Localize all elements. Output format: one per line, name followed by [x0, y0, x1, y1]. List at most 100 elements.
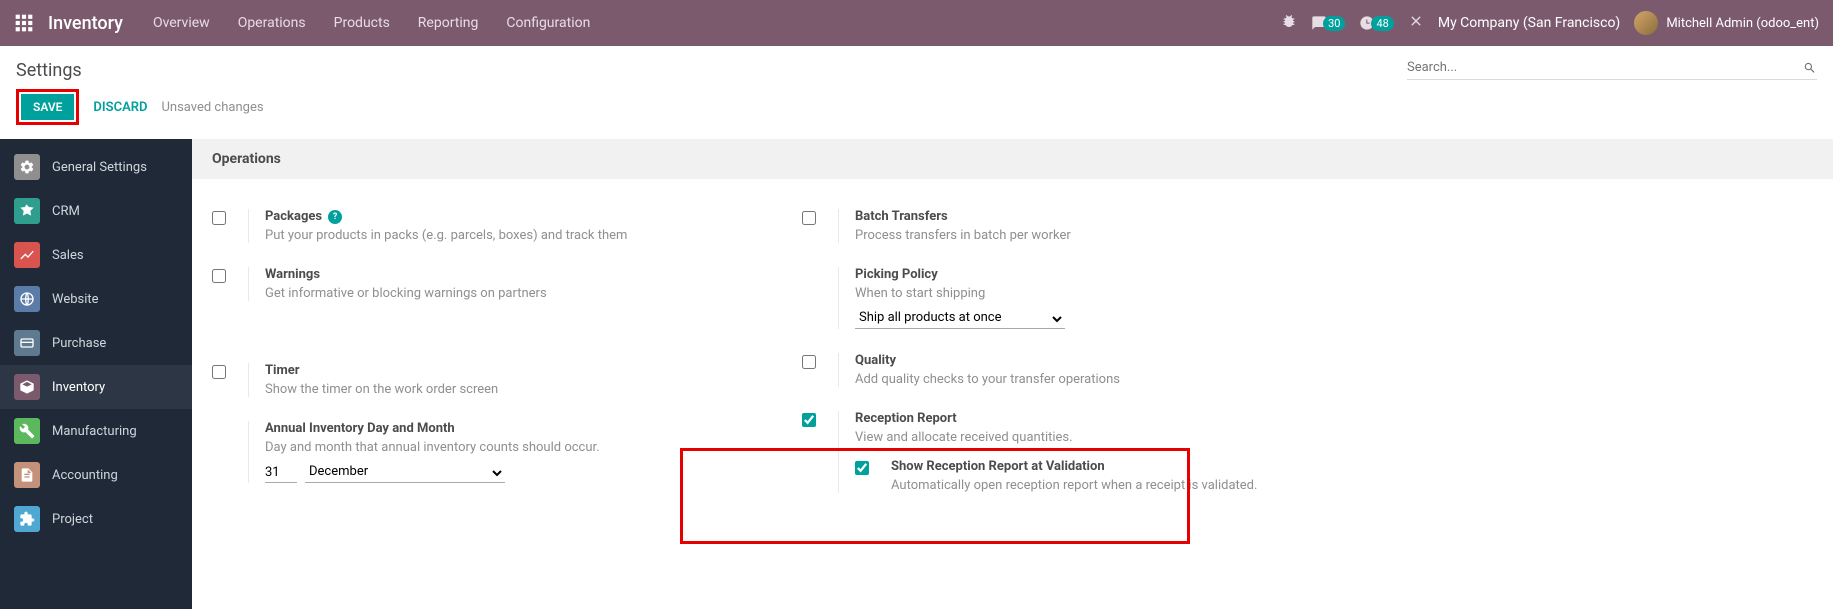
search-icon[interactable]	[1803, 61, 1817, 75]
setting-desc: Get informative or blocking warnings on …	[265, 286, 782, 301]
puzzle-icon	[14, 506, 40, 532]
sub-header: Settings	[0, 46, 1833, 89]
annual-month-select[interactable]: December	[305, 463, 505, 483]
sidebar-item-label: General Settings	[52, 160, 147, 175]
search-box[interactable]	[1407, 60, 1817, 80]
setting-desc: Show the timer on the work order screen	[265, 382, 782, 397]
sub-setting-desc: Automatically open reception report when…	[891, 478, 1257, 493]
sub-setting-title: Show Reception Report at Validation	[891, 459, 1257, 474]
sidebar-item-label: CRM	[52, 204, 80, 219]
sidebar-item-label: Project	[52, 512, 93, 527]
sidebar-item-purchase[interactable]: Purchase	[0, 321, 192, 365]
user-name: Mitchell Admin (odoo_ent)	[1666, 16, 1819, 31]
chart-icon	[14, 242, 40, 268]
menu-reporting[interactable]: Reporting	[418, 15, 479, 31]
setting-packages: Packages ? Put your products in packs (e…	[202, 197, 792, 255]
save-highlight: SAVE	[16, 89, 79, 125]
sidebar-item-website[interactable]: Website	[0, 277, 192, 321]
sidebar-item-label: Accounting	[52, 468, 118, 483]
bug-icon[interactable]	[1281, 13, 1297, 33]
menu-products[interactable]: Products	[334, 15, 390, 31]
settings-grid: Packages ? Put your products in packs (e…	[192, 179, 1392, 523]
menu-overview[interactable]: Overview	[153, 15, 210, 31]
menu-configuration[interactable]: Configuration	[506, 15, 590, 31]
apps-icon[interactable]	[14, 13, 34, 33]
setting-quality: Quality Add quality checks to your trans…	[792, 341, 1382, 399]
annual-day-input[interactable]	[265, 463, 297, 483]
close-icon[interactable]	[1408, 13, 1424, 33]
avatar	[1634, 11, 1658, 35]
box-icon	[14, 374, 40, 400]
main-area: General Settings CRM Sales Website Purch…	[0, 139, 1833, 609]
setting-title: Reception Report	[855, 411, 957, 426]
sidebar-item-label: Website	[52, 292, 99, 307]
setting-desc: Add quality checks to your transfer oper…	[855, 372, 1372, 387]
gear-icon	[14, 154, 40, 180]
setting-desc: When to start shipping	[855, 286, 1372, 301]
setting-reception: Reception Report View and allocate recei…	[792, 399, 1382, 505]
sidebar-item-sales[interactable]: Sales	[0, 233, 192, 277]
action-bar: SAVE DISCARD Unsaved changes	[0, 89, 1833, 139]
wrench-icon	[14, 418, 40, 444]
sidebar-item-label: Purchase	[52, 336, 106, 351]
globe-icon	[14, 286, 40, 312]
settings-content: Operations Packages ? Put your products …	[192, 139, 1833, 609]
picking-policy-select[interactable]: Ship all products at once	[855, 309, 1065, 329]
discard-button[interactable]: DISCARD	[93, 100, 147, 115]
company-name[interactable]: My Company (San Francisco)	[1438, 15, 1620, 31]
sub-setting-show-reception: Show Reception Report at Validation Auto…	[855, 459, 1372, 493]
setting-desc: Day and month that annual inventory coun…	[265, 440, 782, 455]
page-title: Settings	[16, 60, 82, 81]
sidebar-item-crm[interactable]: CRM	[0, 189, 192, 233]
section-title: Operations	[192, 139, 1833, 179]
batch-checkbox[interactable]	[802, 211, 816, 225]
activities-icon[interactable]: 48	[1359, 15, 1393, 31]
setting-title: Timer	[265, 363, 300, 378]
reception-checkbox[interactable]	[802, 413, 816, 427]
setting-picking: Picking Policy When to start shipping Sh…	[792, 255, 1382, 341]
settings-sidebar: General Settings CRM Sales Website Purch…	[0, 139, 192, 609]
setting-warnings: Warnings Get informative or blocking war…	[202, 255, 792, 313]
setting-title: Quality	[855, 353, 896, 368]
sidebar-item-label: Inventory	[52, 380, 105, 395]
activities-count: 48	[1371, 16, 1393, 31]
timer-checkbox[interactable]	[212, 365, 226, 379]
search-input[interactable]	[1407, 60, 1803, 75]
top-right: 30 48 My Company (San Francisco) Mitchel…	[1281, 11, 1819, 35]
unsaved-label: Unsaved changes	[161, 100, 263, 115]
setting-desc: View and allocate received quantities.	[855, 430, 1372, 445]
setting-title: Batch Transfers	[855, 209, 948, 224]
setting-batch: Batch Transfers Process transfers in bat…	[792, 197, 1382, 255]
sidebar-item-general[interactable]: General Settings	[0, 145, 192, 189]
card-icon	[14, 330, 40, 356]
sidebar-item-project[interactable]: Project	[0, 497, 192, 541]
show-reception-checkbox[interactable]	[855, 461, 869, 475]
setting-title: Packages	[265, 209, 322, 224]
sidebar-item-label: Sales	[52, 248, 84, 263]
document-icon	[14, 462, 40, 488]
save-button[interactable]: SAVE	[21, 94, 74, 120]
setting-timer: Timer Show the timer on the work order s…	[202, 351, 792, 409]
app-brand[interactable]: Inventory	[48, 13, 123, 34]
top-menu: Overview Operations Products Reporting C…	[153, 15, 590, 31]
sidebar-item-accounting[interactable]: Accounting	[0, 453, 192, 497]
setting-title: Annual Inventory Day and Month	[265, 421, 455, 436]
quality-checkbox[interactable]	[802, 355, 816, 369]
packages-checkbox[interactable]	[212, 211, 226, 225]
menu-operations[interactable]: Operations	[238, 15, 306, 31]
messages-icon[interactable]: 30	[1311, 15, 1345, 31]
sidebar-item-inventory[interactable]: Inventory	[0, 365, 192, 409]
user-menu[interactable]: Mitchell Admin (odoo_ent)	[1634, 11, 1819, 35]
setting-annual: Annual Inventory Day and Month Day and m…	[202, 409, 792, 495]
help-icon[interactable]: ?	[328, 210, 342, 224]
sidebar-item-label: Manufacturing	[52, 424, 137, 439]
warnings-checkbox[interactable]	[212, 269, 226, 283]
setting-desc: Process transfers in batch per worker	[855, 228, 1372, 243]
top-navbar: Inventory Overview Operations Products R…	[0, 0, 1833, 46]
sidebar-item-manufacturing[interactable]: Manufacturing	[0, 409, 192, 453]
messages-count: 30	[1323, 16, 1345, 31]
setting-desc: Put your products in packs (e.g. parcels…	[265, 228, 782, 243]
setting-title: Warnings	[265, 267, 320, 282]
setting-title: Picking Policy	[855, 267, 938, 282]
handshake-icon	[14, 198, 40, 224]
